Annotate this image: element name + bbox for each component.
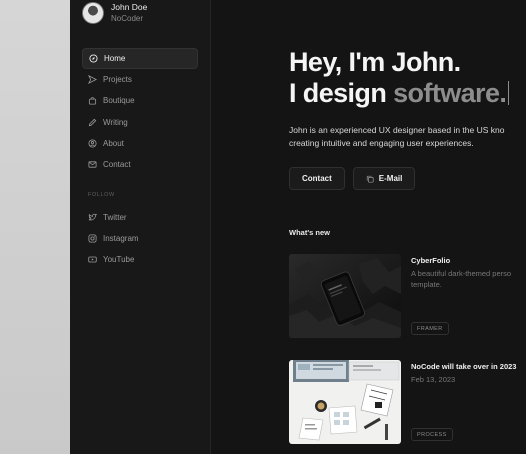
post-description-line-2: template.	[411, 280, 442, 289]
text-caret	[508, 81, 510, 105]
post-title: CyberFolio	[411, 256, 451, 265]
social-item-label: Twitter	[103, 213, 127, 222]
nav-item-about[interactable]: About	[82, 133, 198, 154]
desktop-backdrop	[0, 0, 70, 454]
contact-button-label: Contact	[302, 174, 332, 183]
profile[interactable]: John Doe NoCoder	[82, 2, 147, 24]
avatar	[82, 2, 104, 24]
nav-item-home[interactable]: Home	[82, 48, 198, 69]
hero-actions: Contact E-Mail	[289, 167, 416, 190]
nav-item-label: Projects	[103, 75, 132, 85]
nav-item-label: Writing	[103, 117, 128, 127]
nav-item-label: Contact	[103, 159, 131, 169]
copy-icon	[366, 175, 374, 183]
post-description: A beautiful dark-themed perso template.	[411, 268, 511, 290]
email-button-label: E-Mail	[378, 174, 403, 183]
intro-line-2: creating intuitive and engaging user exp…	[289, 138, 474, 148]
main-nav: Home Projects Boutique Writing About Con…	[82, 48, 198, 175]
hero-line-2-accent: software.	[393, 78, 507, 108]
nav-item-writing[interactable]: Writing	[82, 112, 198, 133]
whats-new-heading: What's new	[289, 228, 330, 237]
post-tag[interactable]: PROCESS	[411, 428, 453, 441]
nav-item-projects[interactable]: Projects	[82, 69, 198, 90]
email-button[interactable]: E-Mail	[352, 167, 416, 190]
social-item-twitter[interactable]: Twitter	[82, 207, 198, 228]
follow-section-label: FOLLOW	[88, 192, 115, 198]
hero-line-2-prefix: I design	[289, 78, 394, 108]
contact-button[interactable]: Contact	[289, 167, 345, 190]
profile-role: NoCoder	[111, 14, 144, 23]
social-item-label: YouTube	[103, 255, 135, 265]
social-item-label: Instagram	[103, 234, 139, 244]
nav-item-boutique[interactable]: Boutique	[82, 90, 198, 111]
post-description-line-1: A beautiful dark-themed perso	[411, 269, 512, 278]
post-tag[interactable]: FRAMER	[411, 322, 449, 335]
user-icon	[88, 139, 97, 148]
sidebar: John Doe NoCoder Home Projects Boutique …	[70, 0, 211, 454]
post-thumbnail	[289, 360, 401, 444]
intro-line-1: John is an experienced UX designer based…	[289, 125, 505, 135]
instagram-icon	[88, 234, 97, 243]
bag-icon	[88, 97, 97, 105]
post-title: NoCode will take over in 2023	[411, 362, 517, 371]
hero-line-2: I design software.	[289, 78, 510, 109]
profile-name: John Doe	[111, 2, 148, 12]
nav-item-label: Boutique	[103, 96, 135, 106]
intro-text: John is an experienced UX designer based…	[289, 124, 526, 150]
social-nav: Twitter Instagram YouTube	[82, 207, 198, 271]
nav-item-contact[interactable]: Contact	[82, 154, 198, 175]
nav-item-label: About	[103, 138, 124, 148]
post-thumbnail	[289, 254, 401, 338]
app-window: John Doe NoCoder Home Projects Boutique …	[70, 0, 526, 454]
twitter-icon	[88, 213, 97, 221]
social-item-youtube[interactable]: YouTube	[82, 249, 198, 270]
mail-icon	[88, 161, 97, 168]
compass-icon	[89, 54, 98, 63]
nav-item-label: Home	[104, 54, 126, 63]
social-item-instagram[interactable]: Instagram	[82, 228, 198, 249]
post-description: Feb 13, 2023	[411, 374, 455, 385]
youtube-icon	[88, 256, 97, 263]
send-icon	[88, 75, 97, 85]
hero-line-1: Hey, I'm John.	[289, 47, 461, 77]
hero-heading: Hey, I'm John. I design software.	[289, 47, 510, 109]
post-date: Feb 13, 2023	[411, 375, 456, 384]
pen-icon	[88, 118, 97, 126]
main-content: Hey, I'm John. I design software. John i…	[211, 0, 526, 454]
